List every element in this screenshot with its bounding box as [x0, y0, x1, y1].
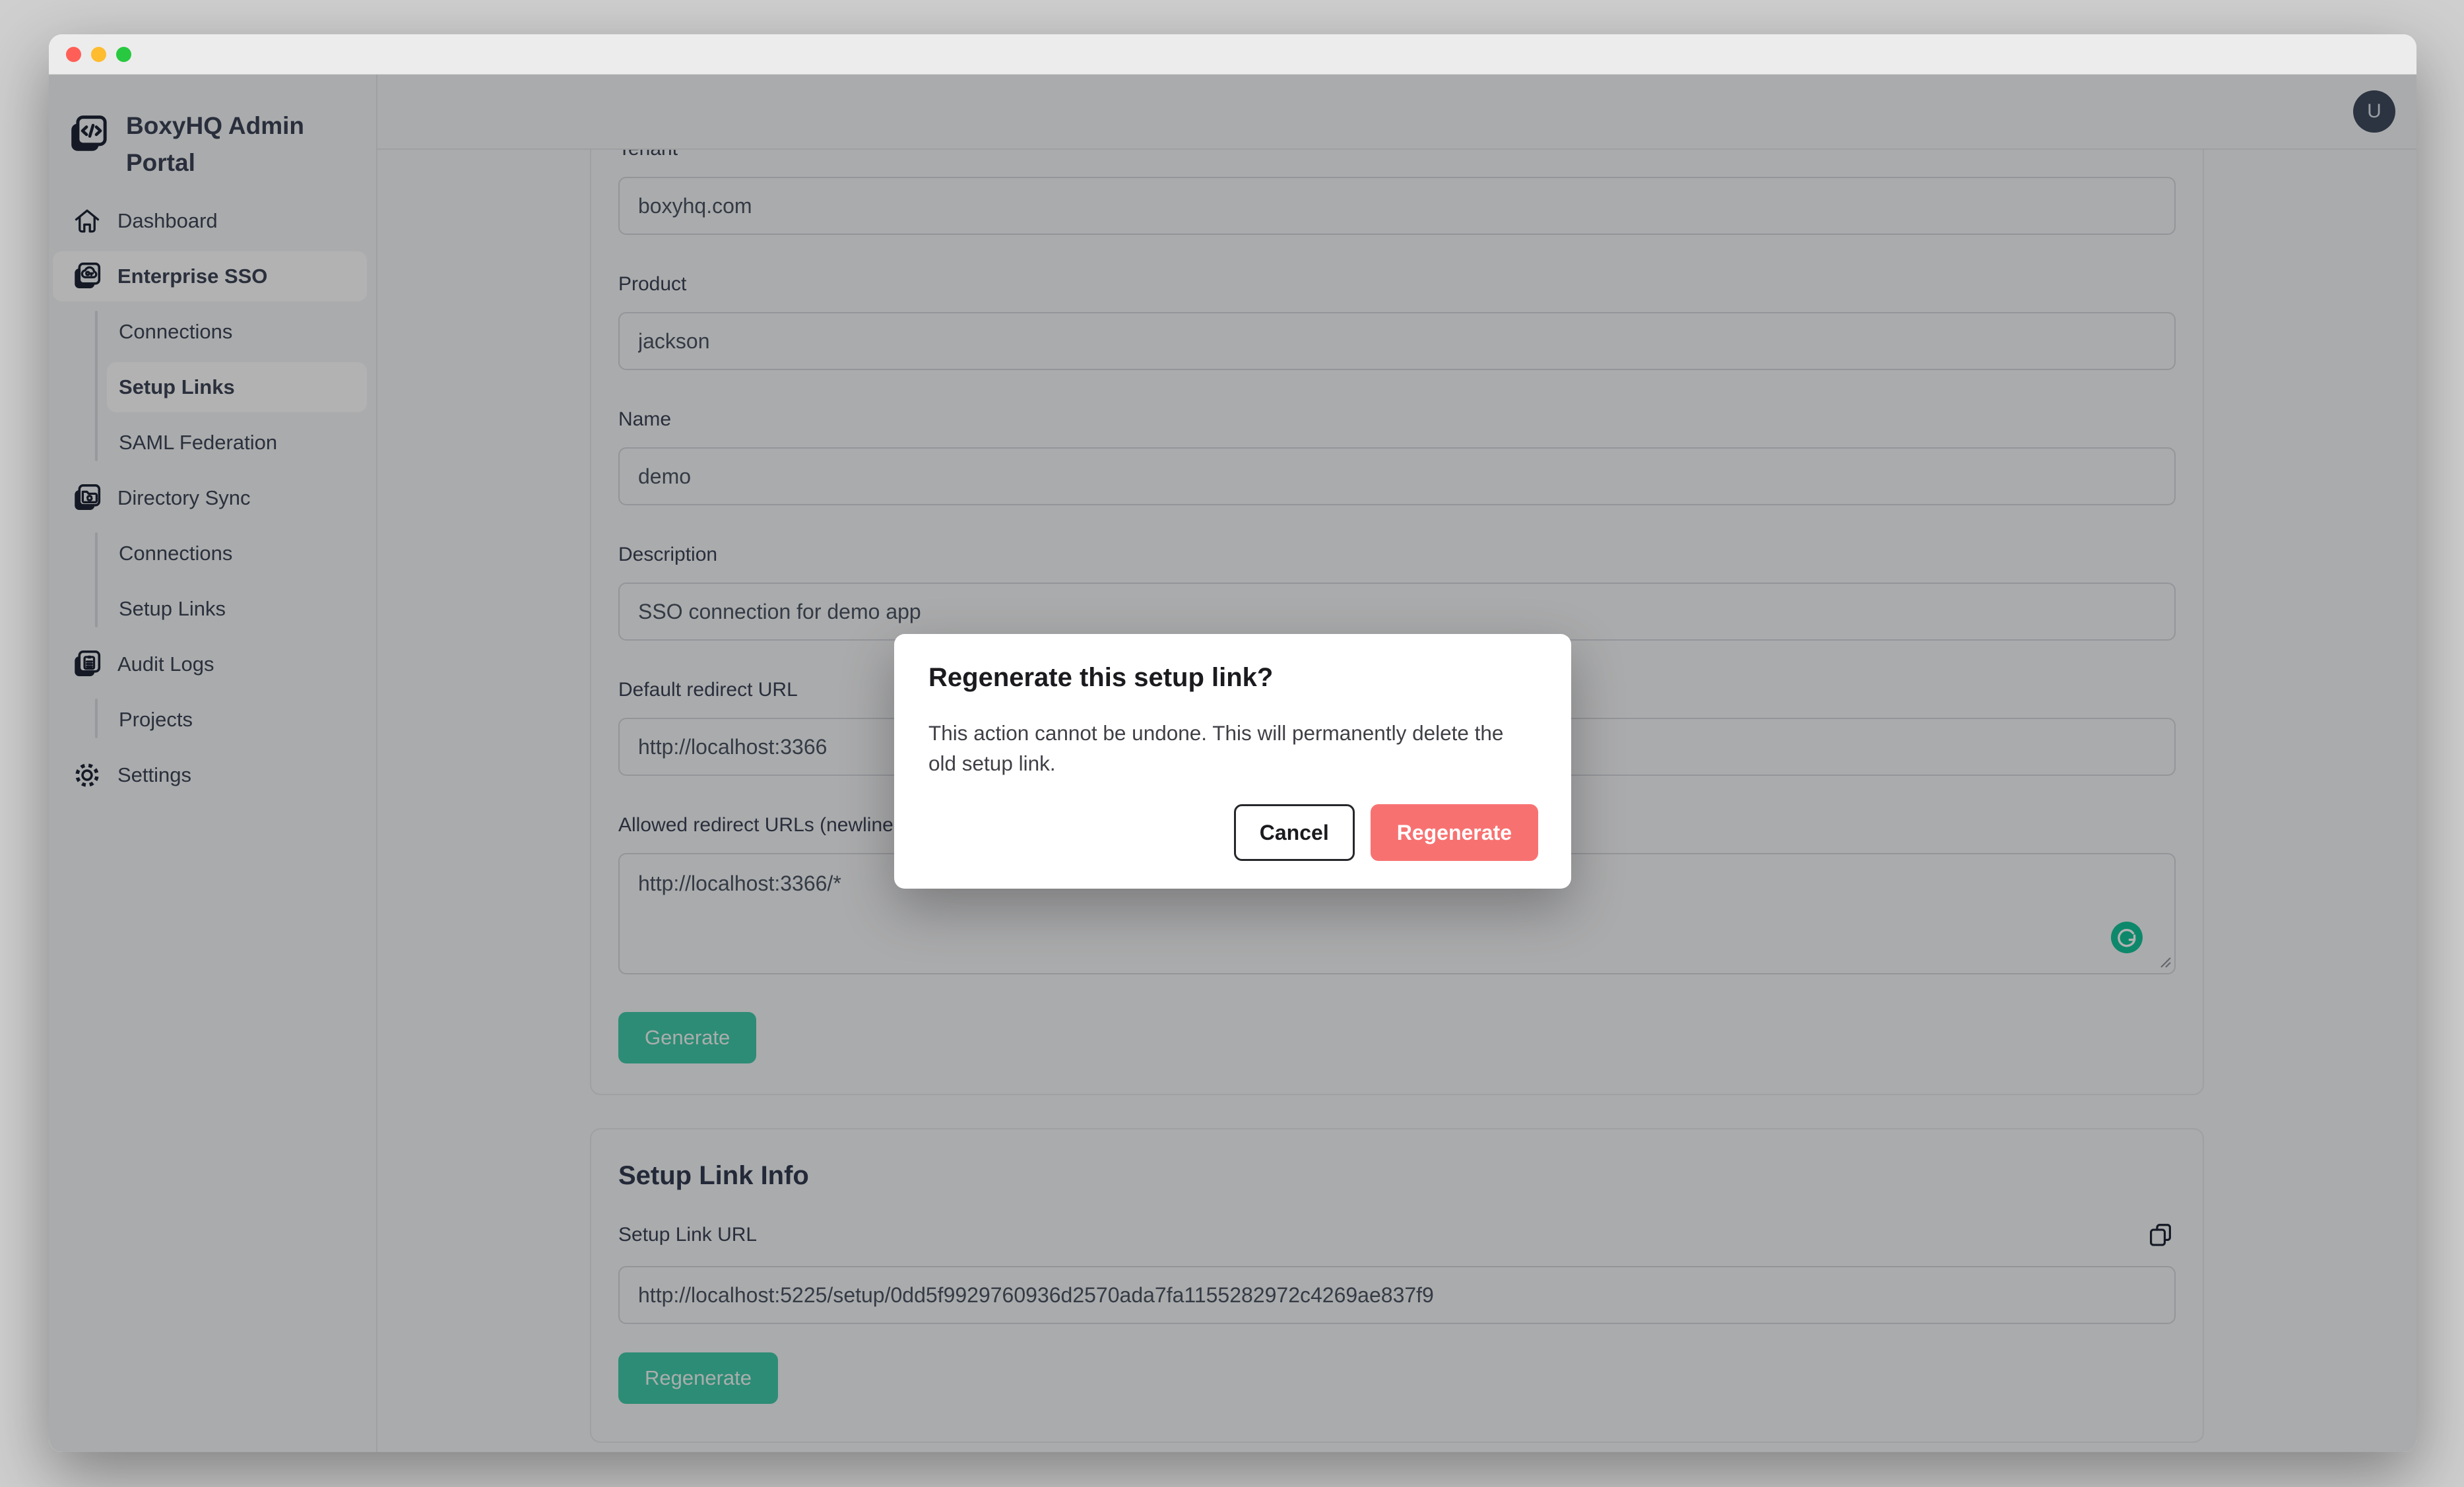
confirm-regenerate-button[interactable]: Regenerate: [1371, 804, 1538, 861]
minimize-window-button[interactable]: [91, 47, 106, 62]
regenerate-confirm-dialog: Regenerate this setup link? This action …: [894, 634, 1571, 889]
dialog-body: This action cannot be undone. This will …: [928, 718, 1537, 778]
dialog-title: Regenerate this setup link?: [928, 663, 1537, 693]
zoom-window-button[interactable]: [116, 47, 131, 62]
app-shell: BoxyHQ Admin Portal Dashboard: [49, 75, 2416, 1452]
titlebar: [49, 34, 2416, 75]
cancel-button[interactable]: Cancel: [1234, 804, 1355, 861]
dialog-actions: Cancel Regenerate: [1234, 804, 1538, 861]
close-window-button[interactable]: [66, 47, 81, 62]
app-window: BoxyHQ Admin Portal Dashboard: [49, 34, 2416, 1452]
